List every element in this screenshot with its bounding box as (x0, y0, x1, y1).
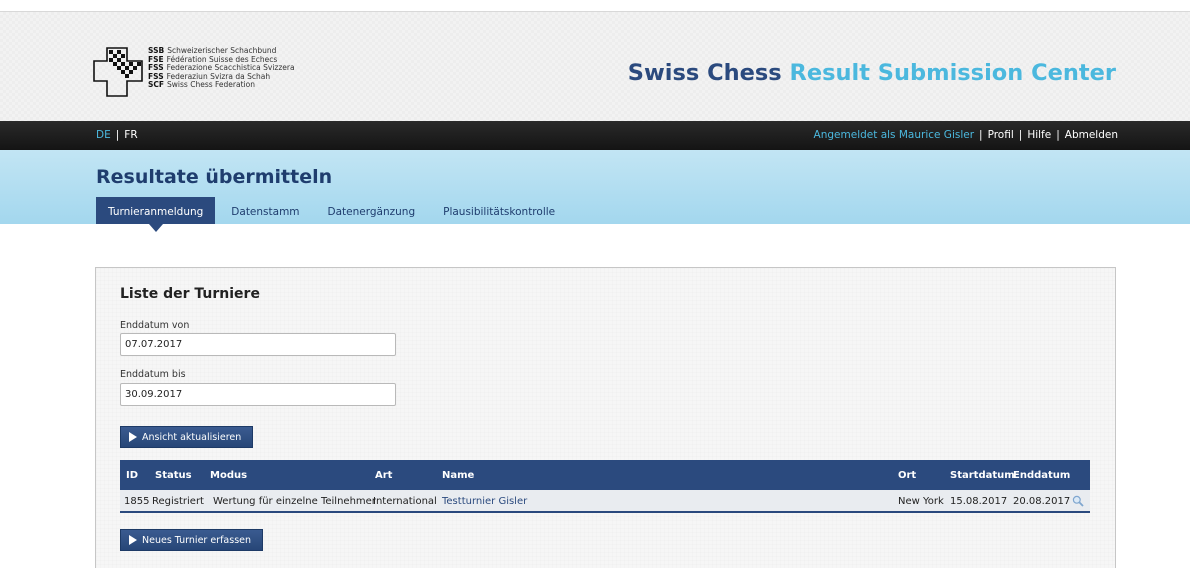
page: SSB Schweizerischer Schachbund FSE Fédérat… (0, 0, 1190, 568)
column-header-status: Status (155, 470, 192, 481)
section-band: Resultate übermitteln Turnieranmeldung D… (0, 150, 1190, 232)
separator: | (1018, 129, 1023, 141)
column-header-art: Art (375, 470, 393, 481)
refresh-view-label: Ansicht aktualisieren (142, 431, 242, 443)
play-icon (129, 535, 137, 545)
panel-title: Liste der Turniere (120, 286, 260, 302)
tournament-list-panel: Liste der Turniere Enddatum von Enddatum… (95, 267, 1116, 568)
swiss-chess-logo-icon (93, 47, 143, 97)
cell-art: International (373, 496, 437, 507)
tab-datenstamm[interactable]: Datenstamm (219, 197, 311, 224)
cell-id: 1855 (124, 496, 150, 507)
federation-logo[interactable]: SSB Schweizerischer Schachbund FSE Fédérat… (90, 44, 320, 100)
top-bar: DE | FR Angemeldet als Maurice Gisler | Prof… (0, 121, 1190, 150)
logged-in-user-link[interactable]: Angemeldet als Maurice Gisler (814, 129, 974, 141)
end-date-to-label: Enddatum bis (120, 369, 186, 380)
column-header-modus: Modus (210, 470, 248, 481)
end-date-from-input[interactable] (120, 333, 396, 356)
column-header-ort: Ort (898, 470, 917, 481)
magnifier-icon[interactable] (1072, 495, 1084, 507)
end-date-from-label: Enddatum von (120, 320, 190, 331)
header: SSB Schweizerischer Schachbund FSE Fédérat… (0, 11, 1190, 121)
tab-datenergaenzung[interactable]: Datenergänzung (316, 197, 428, 224)
column-header-name: Name (442, 470, 475, 481)
logout-link[interactable]: Abmelden (1065, 129, 1118, 141)
table-row[interactable]: 1855 Registriert Wertung für einzelne Te… (120, 490, 1090, 513)
cell-status: Registriert (152, 496, 204, 507)
new-tournament-label: Neues Turnier erfassen (142, 534, 252, 546)
refresh-view-button[interactable]: Ansicht aktualisieren (120, 426, 254, 448)
table-header: ID Status Modus Art Name Ort Startdatum … (120, 460, 1090, 490)
column-header-id: ID (126, 470, 139, 481)
column-header-enddatum: Enddatum (1013, 470, 1071, 481)
user-menu: Angemeldet als Maurice Gisler | Profil | Hil… (814, 129, 1118, 141)
logo-line: SCF Swiss Chess Federation (148, 80, 255, 90)
separator: | (115, 129, 120, 141)
language-fr-link[interactable]: FR (124, 129, 137, 141)
tournament-name-link[interactable]: Testturnier Gisler (442, 496, 527, 507)
new-tournament-button[interactable]: Neues Turnier erfassen (120, 529, 264, 551)
profile-link[interactable]: Profil (988, 129, 1014, 141)
site-title-part1: Swiss Chess (627, 60, 782, 86)
cell-enddatum: 20.08.2017 (1013, 496, 1071, 507)
logo-text: SSB Schweizerischer Schachbund FSE Fédérat… (148, 46, 295, 90)
separator: | (1056, 129, 1060, 141)
page-title: Resultate übermitteln (96, 166, 333, 188)
cell-startdatum: 15.08.2017 (950, 496, 1008, 507)
language-switcher: DE | FR (96, 129, 138, 141)
separator: | (979, 129, 983, 141)
cell-modus: Wertung für einzelne Teilnehmer (213, 496, 376, 507)
tab-bar: Turnieranmeldung Datenstamm Datenergänzu… (96, 197, 571, 232)
cell-ort: New York (898, 496, 944, 507)
tab-plausibilitaetskontrolle[interactable]: Plausibilitätskontrolle (431, 197, 567, 224)
end-date-to-input[interactable] (120, 383, 396, 406)
column-header-startdatum: Startdatum (950, 470, 1015, 481)
site-title-part2: Result Submission Center (789, 60, 1117, 86)
language-de-link[interactable]: DE (96, 129, 111, 141)
tab-turnieranmeldung[interactable]: Turnieranmeldung (96, 197, 216, 232)
play-icon (129, 432, 137, 442)
site-title: Swiss Chess Result Submission Center (628, 60, 1116, 86)
tournament-table: ID Status Modus Art Name Ort Startdatum … (120, 460, 1090, 513)
help-link[interactable]: Hilfe (1027, 129, 1051, 141)
